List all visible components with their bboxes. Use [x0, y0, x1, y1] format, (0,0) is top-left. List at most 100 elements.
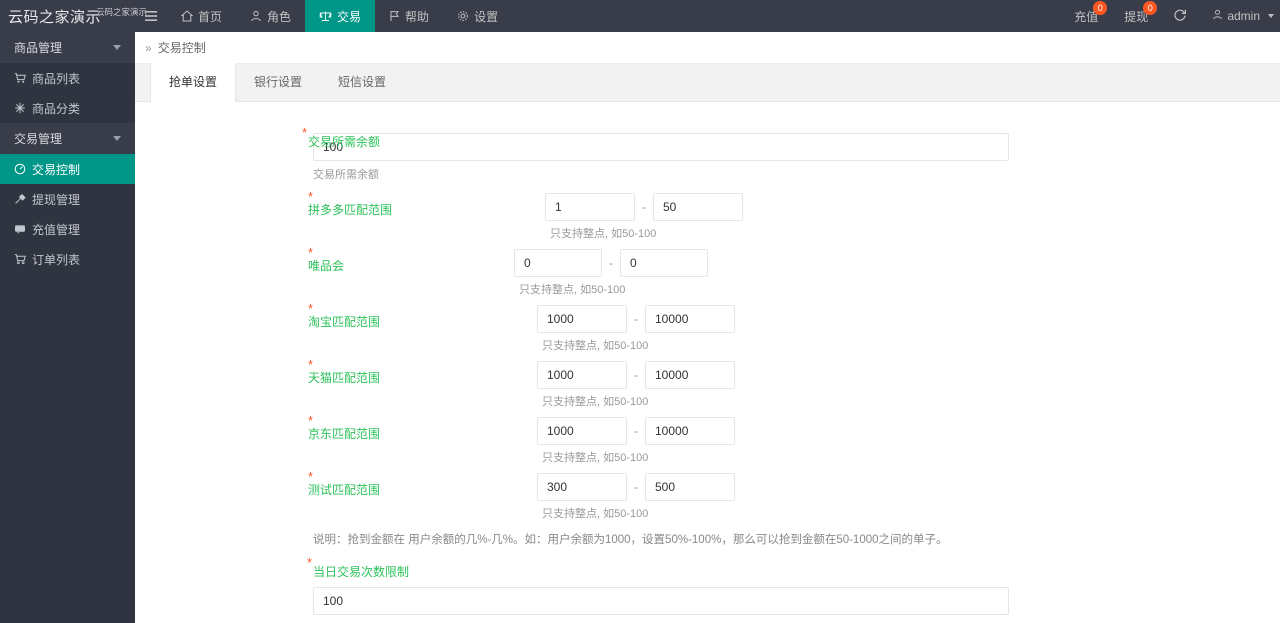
sidebar-item-withdraw-manage[interactable]: 提现管理 [0, 184, 135, 214]
range-row: *天猫匹配范围-只支持整点, 如50-100 [135, 350, 1280, 408]
tab-bank-settings-label: 银行设置 [254, 75, 303, 89]
nav-item-trade-label: 交易 [337, 9, 362, 24]
settings-form: *交易所需余额 交易所需余额 *拼多多匹配范围-只支持整点, 如50-100*唯… [135, 102, 1280, 616]
range-max-input[interactable] [645, 305, 735, 333]
required-asterisk: * [308, 469, 314, 484]
nav-item-home-label: 首页 [198, 9, 223, 24]
breadcrumb-separator: » [145, 40, 152, 55]
range-row-label: * 拼多多匹配范围 [308, 190, 392, 218]
field-daily-limit: *当日交易次数限制 当日交易次数限制 [135, 556, 1280, 616]
range-dash: - [609, 256, 613, 270]
nav-item-home[interactable]: 首页 [167, 0, 236, 32]
range-row: *拼多多匹配范围-只支持整点, 如50-100 [135, 182, 1280, 240]
daily-limit-input[interactable] [313, 587, 1009, 615]
main-content: » 交易控制 抢单设置 银行设置 短信设置 *交易所需余额 交易所需余额 [135, 32, 1280, 623]
user-icon [1212, 9, 1223, 23]
tab-bank-settings[interactable]: 银行设置 [236, 63, 320, 101]
tab-sms-settings[interactable]: 短信设置 [320, 63, 404, 101]
recharge-button[interactable]: 充值 0 [1061, 0, 1111, 32]
home-icon [181, 10, 193, 22]
range-row: *京东匹配范围-只支持整点, 如50-100 [135, 406, 1280, 464]
range-inputs: - [537, 305, 735, 333]
sidebar-group-products[interactable]: 商品管理 [0, 32, 135, 63]
sidebar-group-products-label: 商品管理 [14, 41, 63, 55]
range-max-input[interactable] [620, 249, 708, 277]
range-dash: - [642, 200, 646, 214]
range-min-input[interactable] [545, 193, 635, 221]
header-right-actions: 充值 0 提现 0 admin [1061, 0, 1280, 32]
range-dash: - [634, 312, 638, 326]
user-icon [250, 10, 262, 22]
sidebar-group-trade[interactable]: 交易管理 [0, 123, 135, 154]
logo[interactable]: 云码之家演示 云码之家演示 [0, 0, 147, 32]
balance-scale-icon [319, 10, 332, 22]
sidebar-group-trade-label: 交易管理 [14, 132, 63, 146]
nav-item-role[interactable]: 角色 [236, 0, 305, 32]
sidebar-item-product-category[interactable]: 商品分类 [0, 93, 135, 123]
nav-item-help-label: 帮助 [405, 9, 430, 24]
top-nav: 首页 角色 交易 帮助 设置 [167, 0, 512, 32]
range-row-label-text: 唯品会 [308, 259, 345, 273]
user-menu[interactable]: admin [1199, 0, 1280, 32]
range-max-input[interactable] [645, 361, 735, 389]
range-dash: - [634, 368, 638, 382]
tab-sms-settings-label: 短信设置 [338, 75, 387, 89]
required-asterisk: * [308, 301, 314, 316]
range-min-input[interactable] [537, 473, 627, 501]
range-max-input[interactable] [645, 417, 735, 445]
range-max-input[interactable] [653, 193, 743, 221]
sidebar-item-order-list[interactable]: 订单列表 [0, 244, 135, 274]
nav-item-role-label: 角色 [267, 9, 292, 24]
chevron-down-icon [113, 45, 121, 50]
range-row-label: * 唯品会 [308, 246, 345, 274]
required-asterisk: * [307, 555, 313, 570]
recharge-badge: 0 [1093, 1, 1108, 15]
hammer-icon [14, 193, 26, 205]
range-row: *淘宝匹配范围-只支持整点, 如50-100 [135, 294, 1280, 352]
range-dash: - [634, 480, 638, 494]
range-row-label-text: 京东匹配范围 [308, 427, 381, 441]
range-min-input[interactable] [514, 249, 602, 277]
snowflake-icon [14, 102, 26, 114]
range-row-label: * 天猫匹配范围 [308, 358, 381, 386]
range-inputs: - [537, 361, 735, 389]
sidebar-item-recharge-manage-label: 充值管理 [32, 222, 81, 237]
sidebar-item-order-list-label: 订单列表 [32, 252, 81, 267]
range-min-input[interactable] [537, 361, 627, 389]
nav-item-trade[interactable]: 交易 [305, 0, 376, 32]
range-inputs: - [514, 249, 708, 277]
range-min-input[interactable] [537, 305, 627, 333]
range-fields: *拼多多匹配范围-只支持整点, 如50-100*唯品会-只支持整点, 如50-1… [135, 182, 1280, 520]
sidebar-item-product-list-label: 商品列表 [32, 71, 81, 86]
form-note: 说明：抢到金额在 用户余额的几%-几%。如：用户余额为1000，设置50%-10… [313, 534, 948, 546]
gear-icon [457, 10, 469, 22]
sidebar: 商品管理 商品列表 商品分类 交易管理 交易控制 提现管理 充值管理 订单列表 [0, 32, 135, 623]
range-inputs: - [545, 193, 743, 221]
field-required-balance: *交易所需余额 交易所需余额 [135, 126, 1280, 182]
chat-icon [14, 223, 26, 235]
range-dash: - [634, 424, 638, 438]
logo-main-text: 云码之家演示 [8, 8, 102, 26]
range-row-label: * 测试匹配范围 [308, 470, 380, 498]
field-required-balance-label: * 交易所需余额 [302, 126, 380, 150]
sidebar-item-withdraw-manage-label: 提现管理 [32, 192, 81, 207]
refresh-button[interactable] [1161, 0, 1199, 32]
withdraw-button[interactable]: 提现 0 [1111, 0, 1161, 32]
sidebar-item-product-list[interactable]: 商品列表 [0, 63, 135, 93]
required-balance-input[interactable] [313, 133, 1009, 161]
sidebar-item-trade-control[interactable]: 交易控制 [0, 154, 135, 184]
user-name-label: admin [1227, 9, 1260, 23]
nav-item-settings[interactable]: 设置 [443, 0, 512, 32]
range-row: *唯品会-只支持整点, 如50-100 [135, 238, 1280, 296]
required-asterisk: * [302, 125, 308, 140]
range-min-input[interactable] [537, 417, 627, 445]
nav-item-help[interactable]: 帮助 [375, 0, 443, 32]
sidebar-item-recharge-manage[interactable]: 充值管理 [0, 214, 135, 244]
range-row-label-text: 天猫匹配范围 [308, 371, 381, 385]
logo-sub-text: 云码之家演示 [96, 7, 148, 17]
refresh-icon [1173, 8, 1187, 25]
tab-grab-order-settings[interactable]: 抢单设置 [150, 63, 237, 102]
range-row-label: * 淘宝匹配范围 [308, 302, 380, 330]
withdraw-badge: 0 [1143, 1, 1158, 15]
range-max-input[interactable] [645, 473, 735, 501]
